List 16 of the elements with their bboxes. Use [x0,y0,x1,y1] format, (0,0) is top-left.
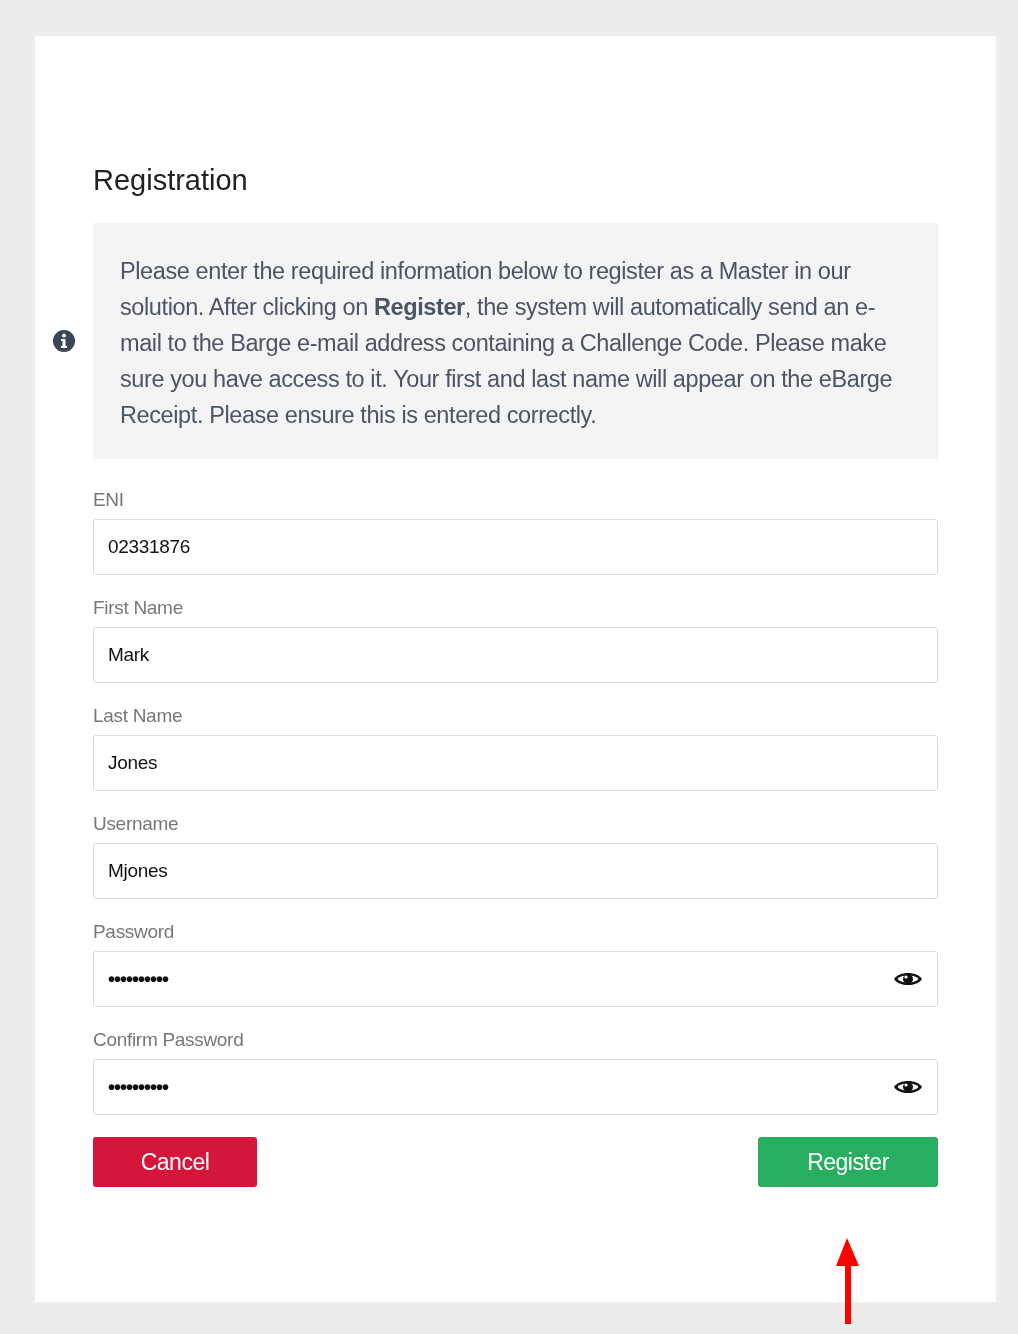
info-text: Please enter the required information below to register as a Master in our solution. After clicking on Register, the system will automatically send an e-mail to the Barge e-mail address containing a Challenge Code. Please make sure you have access to it. Your first and last name will appear on the eBarge Receipt. Please ensure this is entered correctly. [120,257,894,430]
field-label: Confirm Password [93,1029,245,1051]
input-field[interactable]: 02331876 [93,519,938,575]
field-label: Password [93,921,176,943]
input-field[interactable]: Mjones [93,843,938,899]
input-field[interactable]: Mark [93,627,938,683]
input-field[interactable]: Jones [93,735,938,791]
field-label: ENI [93,489,125,511]
page-title: Registration [93,164,249,197]
field-label: Last Name [93,705,184,727]
info-icon [52,329,76,353]
field-label: Username [93,813,180,835]
password-field[interactable]: •••••••••• [93,951,938,1007]
cancel-button[interactable]: Cancel [93,1137,257,1187]
password-field[interactable]: •••••••••• [93,1059,938,1115]
field-label: First Name [93,597,184,619]
